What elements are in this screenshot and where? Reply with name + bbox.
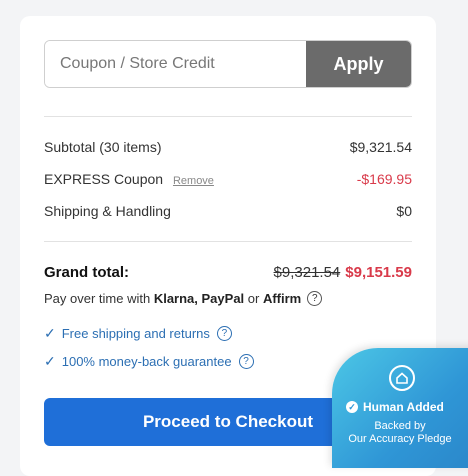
coupon-input[interactable] <box>45 41 306 87</box>
benefit-item: ✓ 100% money-back guarantee ? <box>44 353 254 370</box>
badge-line1: Backed by <box>374 420 426 432</box>
verified-check-icon: ✓ <box>346 401 358 413</box>
remove-coupon-link[interactable]: Remove <box>173 175 214 187</box>
badge-line2: Our Accuracy Pledge <box>348 433 452 445</box>
question-icon[interactable]: ? <box>238 354 254 369</box>
coupon-discount-label-wrap: EXPRESS Coupon Remove <box>44 171 214 187</box>
pay-later-last-provider: Affirm <box>262 291 302 306</box>
grand-total-prices: $9,321.54 $9,151.59 <box>274 264 412 281</box>
shipping-value: $0 <box>396 203 412 219</box>
coupon-discount-label: EXPRESS Coupon <box>44 171 164 187</box>
badge-title-row: ✓ Human Added <box>346 400 444 414</box>
checkmark-icon: ✓ <box>44 325 56 341</box>
shipping-label: Shipping & Handling <box>44 203 171 219</box>
discounted-price: $9,151.59 <box>345 264 412 281</box>
question-icon[interactable]: ? <box>307 291 323 306</box>
subtotal-value: $9,321.54 <box>349 139 412 155</box>
coupon-discount-row: EXPRESS Coupon Remove -$169.95 <box>44 171 412 187</box>
apply-coupon-button[interactable]: Apply <box>306 41 411 87</box>
human-added-badge[interactable]: ✓ Human Added Backed by Our Accuracy Ple… <box>332 348 468 468</box>
shipping-row: Shipping & Handling $0 <box>44 203 412 219</box>
home-shield-icon <box>389 365 415 391</box>
grand-total-label: Grand total: <box>44 264 129 281</box>
badge-title: Human Added <box>363 400 444 414</box>
pay-later-or: or <box>247 291 260 306</box>
original-price: $9,321.54 <box>273 264 341 281</box>
checkmark-icon: ✓ <box>44 353 56 369</box>
subtotal-label: Subtotal (30 items) <box>44 139 162 155</box>
subtotal-row: Subtotal (30 items) $9,321.54 <box>44 139 412 155</box>
pay-later-providers: Klarna, PayPal <box>153 291 245 306</box>
pay-later-info: Pay over time with Klarna, PayPal or Aff… <box>44 291 323 306</box>
divider <box>44 116 412 117</box>
benefit-label: 100% money-back guarantee <box>61 354 232 369</box>
benefit-label: Free shipping and returns <box>61 326 210 341</box>
coupon-form: Apply <box>44 40 412 88</box>
coupon-discount-value: -$169.95 <box>356 171 412 187</box>
grand-total-row: Grand total: $9,321.54 $9,151.59 <box>44 264 412 281</box>
question-icon[interactable]: ? <box>216 326 232 341</box>
divider <box>44 241 412 242</box>
pay-later-prefix: Pay over time with <box>44 291 151 306</box>
benefit-item: ✓ Free shipping and returns ? <box>44 325 232 342</box>
